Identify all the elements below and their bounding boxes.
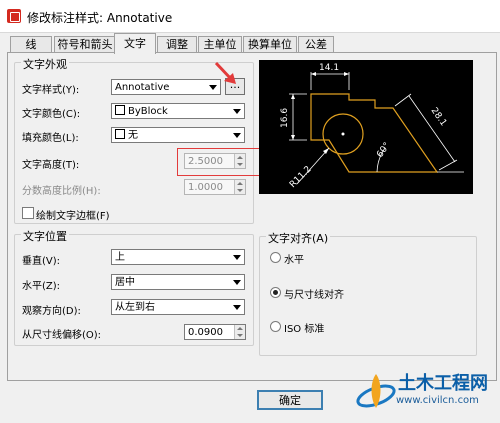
text-appearance-title: 文字外观 bbox=[21, 56, 69, 72]
text-style-label: 文字样式(Y): bbox=[22, 85, 80, 96]
dim-radius: R11.2 bbox=[288, 164, 314, 190]
text-placement-title: 文字位置 bbox=[21, 228, 69, 244]
text-alignment-title: 文字对齐(A) bbox=[266, 230, 331, 246]
chevron-down-icon bbox=[233, 305, 241, 310]
spinner-arrows-icon bbox=[234, 180, 245, 194]
radio-aligned-with-dimension[interactable] bbox=[270, 287, 281, 298]
annotation-arrow-icon bbox=[214, 61, 236, 84]
text-color-select[interactable]: ByBlock bbox=[111, 103, 245, 119]
chevron-down-icon bbox=[233, 280, 241, 285]
tab-symbols-arrows[interactable]: 符号和箭头 bbox=[54, 36, 116, 53]
tab-lines[interactable]: 线 bbox=[10, 36, 52, 53]
tab-fit[interactable]: 调整 bbox=[157, 36, 197, 53]
color-swatch-icon bbox=[115, 129, 125, 139]
fraction-scale-value: 1.0000 bbox=[188, 182, 223, 193]
window-title: 修改标注样式: Annotative bbox=[27, 11, 173, 25]
preview-canvas: 14.1 16.6 28.1 60° R11.2 bbox=[259, 60, 473, 194]
tab-text[interactable]: 文字 bbox=[114, 33, 156, 54]
view-direction-label: 观察方向(D): bbox=[22, 306, 81, 317]
tab-primary-units[interactable]: 主单位 bbox=[198, 36, 242, 53]
title-bar: 修改标注样式: Annotative bbox=[0, 0, 500, 33]
fraction-scale-input[interactable]: 1.0000 bbox=[184, 179, 246, 195]
watermark-logo-icon bbox=[356, 374, 396, 408]
text-style-select[interactable]: Annotative bbox=[111, 79, 221, 95]
watermark-name: 土木工程网 bbox=[398, 373, 488, 394]
dim-height: 16.6 bbox=[280, 108, 290, 128]
horizontal-label: 水平(Z): bbox=[22, 281, 61, 292]
draw-frame-label: 绘制文字边框(F) bbox=[36, 211, 110, 222]
fill-color-select[interactable]: 无 bbox=[111, 127, 245, 143]
text-color-label: 文字颜色(C): bbox=[22, 109, 81, 120]
chevron-down-icon bbox=[233, 109, 241, 114]
chevron-down-icon bbox=[233, 133, 241, 138]
fraction-scale-label: 分数高度比例(H): bbox=[22, 186, 101, 197]
dim-aligned: 28.1 bbox=[429, 106, 449, 128]
radio-horizontal-label: 水平 bbox=[284, 255, 304, 266]
offset-label: 从尺寸线偏移(O): bbox=[22, 330, 102, 341]
vertical-label: 垂直(V): bbox=[22, 256, 61, 267]
app-icon bbox=[7, 9, 21, 23]
text-color-value: ByBlock bbox=[128, 106, 168, 117]
draw-frame-checkbox[interactable] bbox=[22, 207, 34, 219]
fill-color-label: 填充颜色(L): bbox=[22, 133, 79, 144]
radio-aligned-label: 与尺寸线对齐 bbox=[284, 290, 344, 301]
ok-button[interactable]: 确定 bbox=[257, 390, 323, 410]
offset-input[interactable]: 0.0900 bbox=[184, 324, 246, 340]
fill-color-value: 无 bbox=[128, 130, 138, 141]
highlight-box bbox=[177, 148, 261, 176]
radio-iso-label: ISO 标准 bbox=[284, 324, 325, 335]
text-style-value: Annotative bbox=[115, 82, 170, 93]
horizontal-value: 居中 bbox=[115, 277, 135, 288]
dim-angle: 60° bbox=[375, 141, 392, 160]
watermark-url: www.civilcn.com bbox=[396, 395, 479, 406]
color-swatch-icon bbox=[115, 105, 125, 115]
offset-value: 0.0900 bbox=[188, 327, 223, 338]
view-direction-select[interactable]: 从左到右 bbox=[111, 299, 245, 315]
chevron-down-icon bbox=[233, 255, 241, 260]
tab-bar: 线 符号和箭头 文字 调整 主单位 换算单位 公差 bbox=[0, 33, 500, 54]
view-direction-value: 从左到右 bbox=[115, 302, 155, 313]
text-height-label: 文字高度(T): bbox=[22, 160, 80, 171]
dim-width: 14.1 bbox=[319, 63, 339, 73]
tab-alternate-units[interactable]: 换算单位 bbox=[243, 36, 297, 53]
spinner-arrows-icon bbox=[234, 325, 245, 339]
tab-tolerances[interactable]: 公差 bbox=[298, 36, 334, 53]
dimension-preview: 14.1 16.6 28.1 60° R11.2 bbox=[280, 63, 464, 190]
vertical-value: 上 bbox=[115, 252, 125, 263]
radio-iso-standard[interactable] bbox=[270, 321, 281, 332]
radio-horizontal[interactable] bbox=[270, 252, 281, 263]
horizontal-select[interactable]: 居中 bbox=[111, 274, 245, 290]
vertical-select[interactable]: 上 bbox=[111, 249, 245, 265]
